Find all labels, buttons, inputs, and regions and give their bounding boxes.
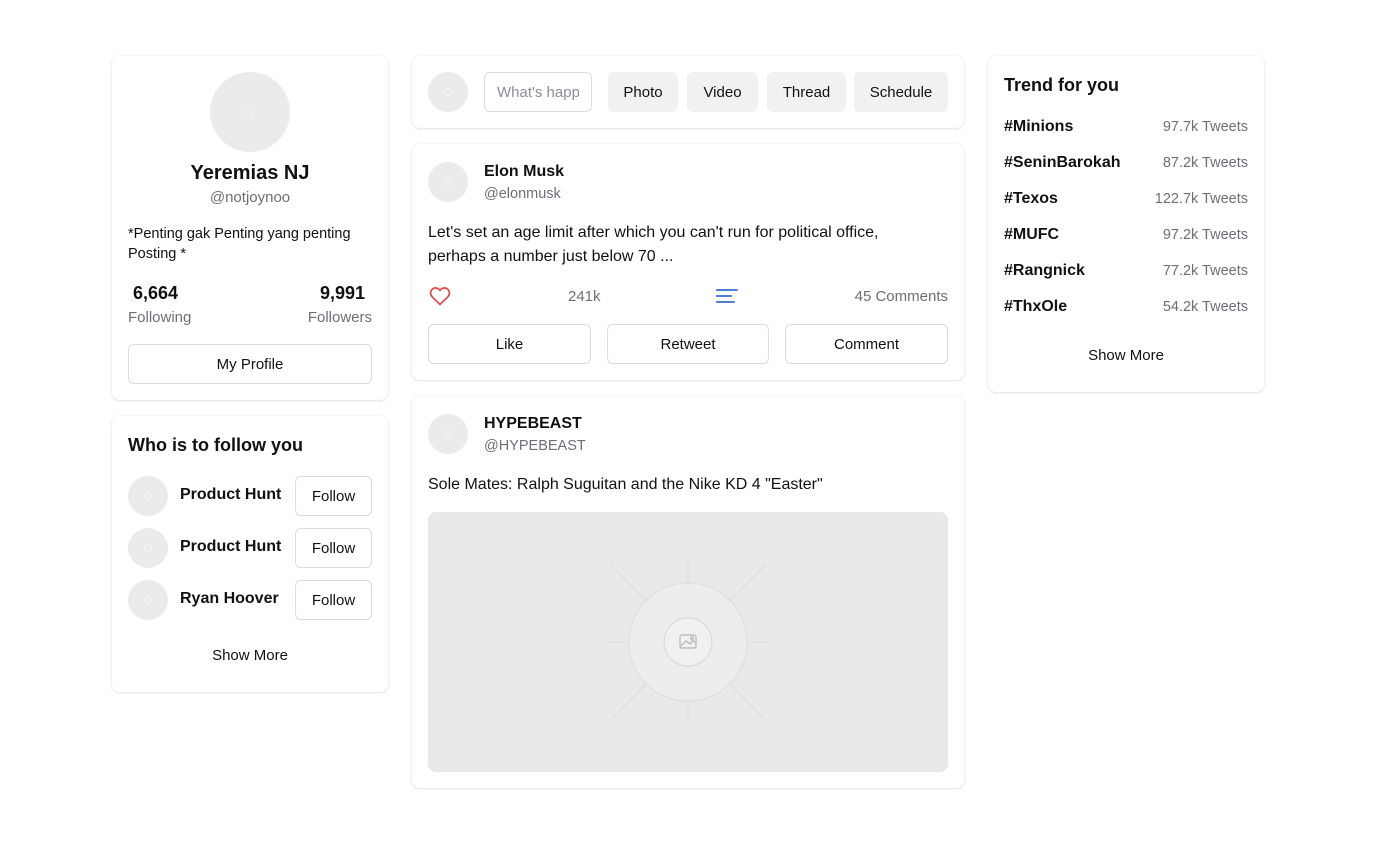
like-count: 241k bbox=[568, 288, 601, 305]
follow-suggestion: Ryan Hoover Follow bbox=[128, 580, 372, 620]
follow-button[interactable]: Follow bbox=[295, 580, 372, 620]
trends-show-more-button[interactable]: Show More bbox=[988, 347, 1264, 364]
trend-count: 77.2k Tweets bbox=[1162, 263, 1248, 279]
trend-count: 87.2k Tweets bbox=[1162, 155, 1248, 171]
trend-item[interactable]: #Texos 122.7k Tweets bbox=[1004, 188, 1248, 212]
trend-count: 54.2k Tweets bbox=[1162, 299, 1248, 315]
author-avatar[interactable] bbox=[428, 414, 468, 454]
my-profile-button[interactable]: My Profile bbox=[128, 344, 372, 384]
trend-tag[interactable]: #SeninBarokah bbox=[1004, 154, 1120, 172]
suggestion-name[interactable]: Ryan Hoover bbox=[180, 590, 279, 608]
post-text: Let's set an age limit after which you c… bbox=[428, 224, 879, 265]
trend-count: 97.2k Tweets bbox=[1162, 227, 1248, 243]
follow-suggestion: Product Hunt Follow bbox=[128, 528, 372, 568]
profile-name: Yeremias NJ bbox=[190, 162, 310, 184]
comment-count[interactable]: 45 Comments bbox=[855, 288, 948, 305]
trend-item[interactable]: #MUFC 97.2k Tweets bbox=[1004, 224, 1248, 248]
trend-item[interactable]: #Minions 97.7k Tweets bbox=[1004, 116, 1248, 140]
author-handle: @HYPEBEAST bbox=[484, 438, 586, 454]
suggestion-avatar[interactable] bbox=[128, 528, 168, 568]
trend-count: 122.7k Tweets bbox=[1154, 191, 1248, 207]
author-avatar[interactable] bbox=[428, 162, 468, 202]
following-count: 6,664 bbox=[133, 283, 179, 303]
photo-button[interactable]: Photo bbox=[608, 72, 678, 112]
trend-tag[interactable]: #Texos bbox=[1004, 190, 1058, 208]
video-button[interactable]: Video bbox=[687, 72, 758, 112]
composer-avatar bbox=[428, 72, 468, 112]
schedule-button[interactable]: Schedule bbox=[854, 72, 948, 112]
comment-button[interactable]: Comment bbox=[785, 324, 948, 364]
post-card: HYPEBEAST @HYPEBEAST Sole Mates: Ralph S… bbox=[412, 396, 964, 788]
like-button[interactable]: Like bbox=[428, 324, 591, 364]
who-to-follow-card: Who is to follow you Product Hunt Follow… bbox=[112, 416, 388, 692]
post-image[interactable] bbox=[428, 512, 948, 772]
compose-input[interactable] bbox=[484, 72, 592, 112]
profile-card: Yeremias NJ @notjoynoo *Penting gak Pent… bbox=[112, 56, 388, 400]
followers-count: 9,991 bbox=[319, 283, 365, 303]
heart-icon[interactable] bbox=[428, 284, 452, 308]
image-placeholder-icon bbox=[608, 562, 768, 722]
follow-show-more-button[interactable]: Show More bbox=[112, 647, 388, 664]
post-text: Sole Mates: Ralph Suguitan and the Nike … bbox=[428, 476, 823, 493]
trend-tag[interactable]: #ThxOle bbox=[1004, 298, 1067, 316]
lines-icon[interactable] bbox=[716, 286, 738, 306]
author-handle: @elonmusk bbox=[484, 186, 561, 202]
author-name[interactable]: Elon Musk bbox=[484, 163, 564, 181]
profile-bio: *Penting gak Penting yang penting Postin… bbox=[128, 226, 351, 262]
follow-button[interactable]: Follow bbox=[295, 528, 372, 568]
suggestion-name[interactable]: Product Hunt bbox=[180, 538, 281, 556]
trend-tag[interactable]: #Rangnick bbox=[1004, 262, 1085, 280]
post-card: Elon Musk @elonmusk Let's set an age lim… bbox=[412, 144, 964, 380]
profile-handle: @notjoynoo bbox=[209, 189, 291, 206]
who-to-follow-title: Who is to follow you bbox=[128, 435, 303, 455]
suggestion-name[interactable]: Product Hunt bbox=[180, 486, 281, 504]
trend-tag[interactable]: #MUFC bbox=[1004, 226, 1059, 244]
following-label: Following bbox=[128, 309, 192, 326]
suggestion-avatar[interactable] bbox=[128, 580, 168, 620]
trend-item[interactable]: #Rangnick 77.2k Tweets bbox=[1004, 260, 1248, 284]
thread-button[interactable]: Thread bbox=[767, 72, 846, 112]
trends-title: Trend for you bbox=[1004, 75, 1120, 95]
trend-item[interactable]: #ThxOle 54.2k Tweets bbox=[1004, 296, 1248, 320]
followers-label: Followers bbox=[307, 309, 372, 326]
profile-avatar[interactable] bbox=[210, 72, 290, 152]
follow-button[interactable]: Follow bbox=[295, 476, 372, 516]
trend-item[interactable]: #SeninBarokah 87.2k Tweets bbox=[1004, 152, 1248, 176]
retweet-button[interactable]: Retweet bbox=[607, 324, 769, 364]
follow-suggestion: Product Hunt Follow bbox=[128, 476, 372, 516]
trend-tag[interactable]: #Minions bbox=[1004, 118, 1073, 136]
suggestion-avatar[interactable] bbox=[128, 476, 168, 516]
trend-count: 97.7k Tweets bbox=[1162, 119, 1248, 135]
trends-card: Trend for you #Minions 97.7k Tweets #Sen… bbox=[988, 56, 1264, 392]
author-name[interactable]: HYPEBEAST bbox=[484, 415, 582, 433]
composer-card: Photo Video Thread Schedule bbox=[412, 56, 964, 128]
